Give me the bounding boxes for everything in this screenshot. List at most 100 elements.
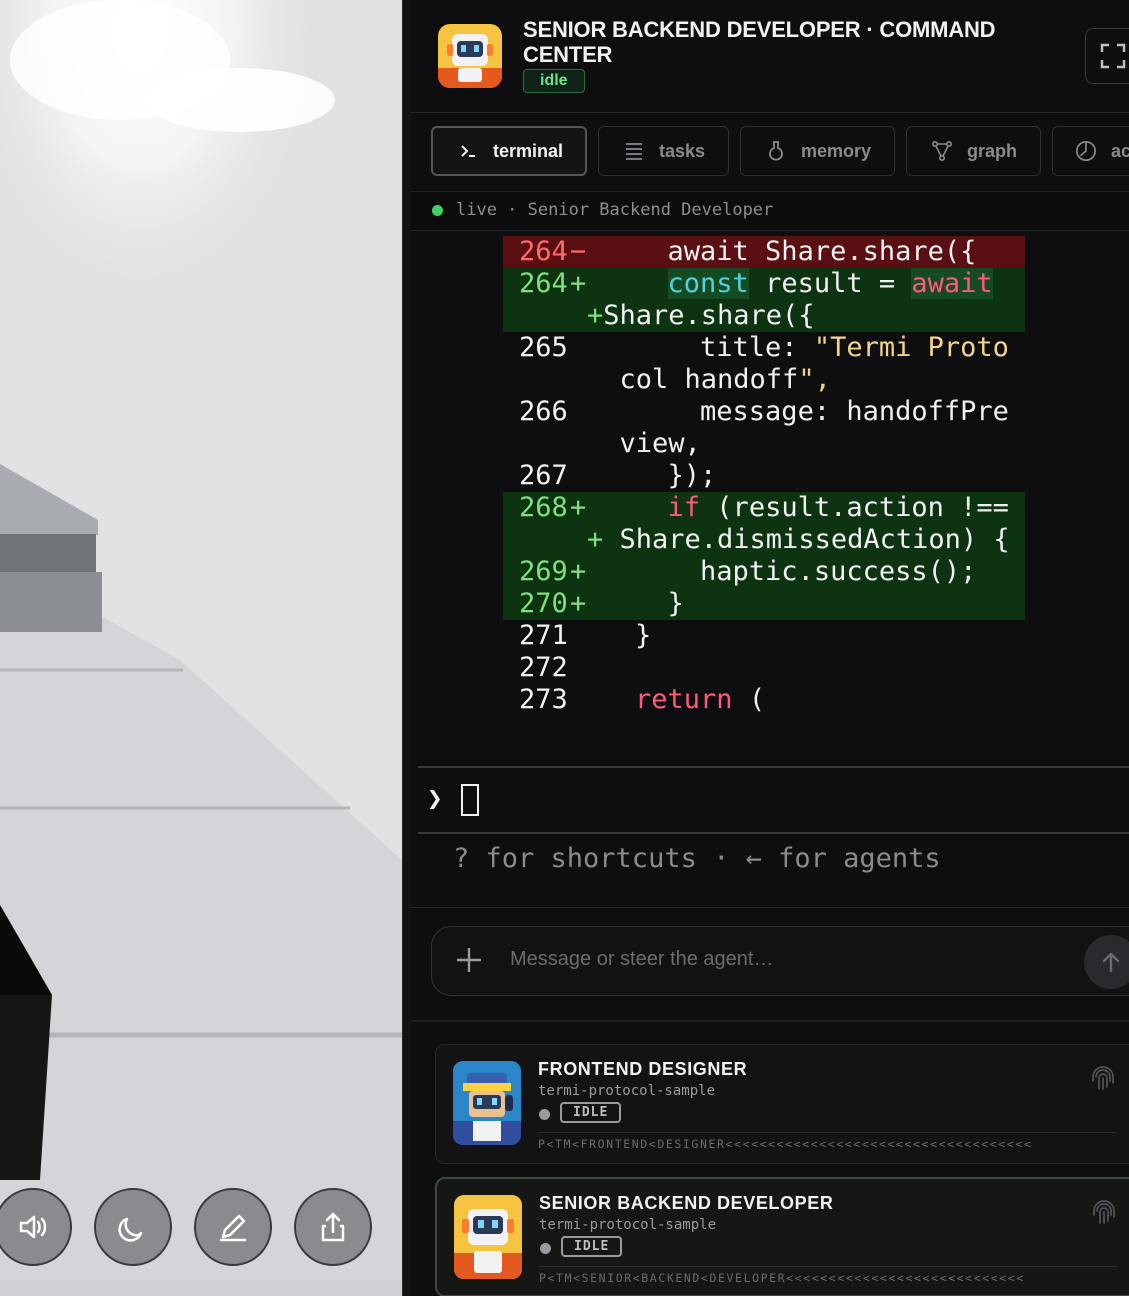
divider — [411, 907, 1129, 908]
code-text: Share.share({ — [603, 300, 815, 331]
tab-label: memory — [801, 140, 872, 161]
code-text: haptic.success(); — [602, 556, 977, 587]
arrow-up-icon — [1102, 952, 1120, 973]
code-text: const result = await — [667, 268, 993, 299]
line-number: 265 — [519, 332, 568, 363]
panel-header: SENIOR BACKEND DEVELOPER · COMMAND CENTE… — [411, 0, 1129, 113]
code-text: title: "Termi Proto — [602, 332, 1009, 363]
diff-line-added: +Share.share({ — [503, 300, 1025, 332]
divider — [411, 1020, 1129, 1022]
diff-line: 266 message: handoffPre — [503, 396, 1025, 428]
message-composer — [431, 926, 1129, 996]
status-badge: IDLE — [561, 1236, 623, 1257]
edit-button[interactable] — [194, 1188, 272, 1266]
line-number: 269 — [519, 556, 568, 587]
agent-name: FRONTEND DESIGNER — [538, 1059, 748, 1079]
tab-activity[interactable]: ac — [1052, 126, 1129, 176]
diff-line: 273 return ( — [503, 684, 1025, 716]
tab-memory[interactable]: memory — [740, 126, 895, 176]
agent-avatar — [453, 1061, 521, 1145]
code-text: }); — [602, 460, 717, 491]
message-input[interactable] — [508, 947, 1072, 972]
fingerprint-icon — [1093, 1199, 1115, 1230]
live-status-text: live · Senior Backend Developer — [456, 200, 774, 220]
line-number: 268 — [519, 492, 568, 523]
status-dot — [539, 1109, 550, 1120]
diff-marker: − — [570, 236, 587, 267]
code-text: await Share.share({ — [602, 236, 977, 267]
status-badge: IDLE — [560, 1102, 622, 1123]
code-text: view, — [603, 428, 701, 459]
diff-line-added: 264+ const result = await — [503, 268, 1025, 300]
agent-card-senior-backend-developer[interactable]: SENIOR BACKEND DEVELOPER termi-protocol-… — [435, 1177, 1129, 1296]
agent-card-frontend-designer[interactable]: FRONTEND DESIGNER termi-protocol-sample … — [435, 1044, 1129, 1164]
speaker-icon — [19, 1215, 47, 1239]
code-text: return ( — [635, 684, 766, 715]
page-title: SENIOR BACKEND DEVELOPER · COMMAND CENTE… — [523, 17, 996, 67]
agent-id-code: P<TM<FRONTEND<DESIGNER<<<<<<<<<<<<<<<<<<… — [538, 1137, 1033, 1151]
line-number: 264 — [519, 236, 568, 267]
diff-marker: + — [570, 268, 587, 299]
tab-tasks[interactable]: tasks — [598, 126, 729, 176]
share-button[interactable] — [294, 1188, 372, 1266]
diff-line-added: 270+ } — [503, 588, 1025, 620]
tab-label: ac — [1111, 140, 1129, 161]
line-number: 272 — [519, 652, 568, 683]
diff-line: 265 title: "Termi Proto — [503, 332, 1025, 364]
send-button[interactable] — [1084, 935, 1129, 989]
line-number: 264 — [519, 268, 568, 299]
diff-line-added: 269+ haptic.success(); — [503, 556, 1025, 588]
code-text: if (result.action !== — [667, 492, 1009, 523]
diff-line: view, — [503, 428, 1025, 460]
agent-project: termi-protocol-sample — [538, 1083, 716, 1099]
divider — [539, 1266, 1117, 1267]
tab-label: terminal — [493, 140, 564, 161]
agent-avatar — [438, 24, 502, 88]
scene-viewport[interactable] — [0, 0, 402, 1296]
code-text: Share.dismissedAction) { — [603, 524, 1010, 555]
line-number: 271 — [519, 620, 568, 651]
shortcut-hint: ? for shortcuts · ← for agents — [453, 843, 941, 874]
code-text: } — [602, 588, 684, 619]
tab-label: graph — [967, 140, 1018, 161]
diff-marker: + — [570, 588, 587, 619]
expand-button[interactable] — [1085, 28, 1129, 84]
code-text: col handoff", — [603, 364, 831, 395]
code-text: } — [602, 620, 652, 651]
command-center-panel: SENIOR BACKEND DEVELOPER · COMMAND CENTE… — [411, 0, 1129, 1296]
line-number: 267 — [519, 460, 568, 491]
flask-icon — [765, 140, 787, 162]
live-indicator — [432, 205, 443, 216]
dark-mode-button[interactable] — [94, 1188, 172, 1266]
code-text: message: handoffPre — [602, 396, 1009, 427]
diff-marker: + — [587, 300, 604, 331]
fingerprint-icon — [1092, 1065, 1114, 1096]
diff-line: col handoff", — [503, 364, 1025, 396]
live-status-bar: live · Senior Backend Developer — [411, 191, 1129, 231]
line-number: 273 — [519, 684, 568, 715]
share-icon — [321, 1212, 345, 1242]
diff-line: 272 — [503, 652, 1025, 684]
scene-geometry — [0, 0, 402, 1296]
terminal-input[interactable]: ❯ — [418, 766, 1129, 834]
diff-marker: + — [587, 524, 604, 555]
tab-graph[interactable]: graph — [906, 126, 1041, 176]
terminal-icon — [457, 140, 479, 162]
diff-marker: + — [570, 556, 587, 587]
clock-icon — [1075, 140, 1097, 162]
plus-icon[interactable] — [454, 945, 484, 980]
tab-terminal[interactable]: terminal — [431, 126, 587, 176]
diff-line-removed: 264− await Share.share({ — [503, 236, 1025, 268]
tab-label: tasks — [659, 140, 706, 161]
tab-bar: terminal tasks memory graph ac — [411, 113, 1129, 191]
status-badge: idle — [523, 69, 585, 93]
moon-icon — [118, 1217, 143, 1242]
agent-avatar — [454, 1195, 522, 1279]
line-number: 266 — [519, 396, 568, 427]
diff-marker: + — [570, 492, 587, 523]
list-icon — [623, 140, 645, 162]
diff-line: 271 } — [503, 620, 1025, 652]
prompt-icon: ❯ — [427, 784, 443, 814]
graph-icon — [931, 140, 953, 162]
text-cursor — [461, 784, 479, 816]
